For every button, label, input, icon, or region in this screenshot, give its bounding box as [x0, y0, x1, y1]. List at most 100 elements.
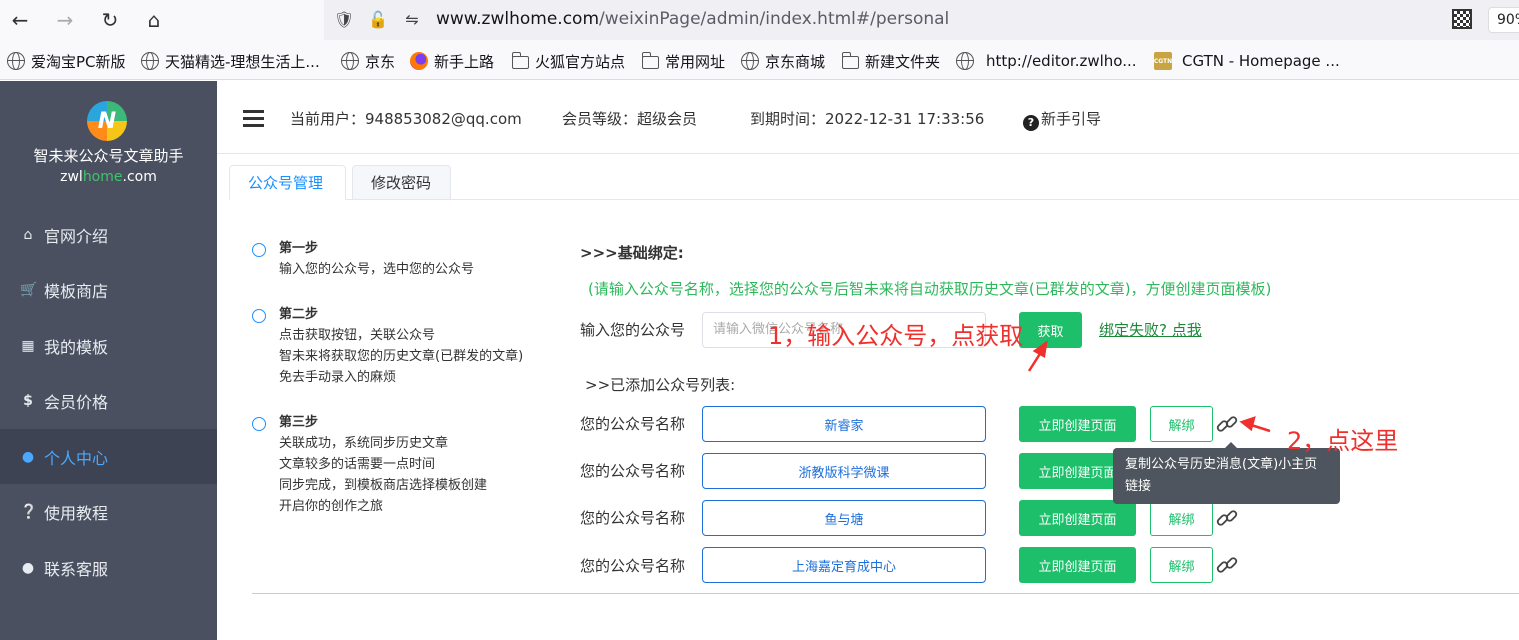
section-title: >>>基础绑定:: [580, 244, 684, 262]
sidebar-item-label: 会员价格: [44, 392, 109, 412]
sidebar-item-tutorial[interactable]: ❔ 使用教程: [0, 484, 217, 539]
unbind-button[interactable]: 解绑: [1150, 500, 1213, 536]
step-title: 第二步: [279, 307, 319, 322]
bookmark-item[interactable]: 天猫精选-理想生活上...: [141, 50, 320, 72]
step-line: 同步完成，到模板商店选择模板创建: [279, 478, 488, 493]
home-icon[interactable]: ⌂: [140, 6, 168, 34]
sidebar-item-intro[interactable]: ⌂ 官网介绍: [0, 207, 217, 262]
tab-account-manage[interactable]: 公众号管理: [229, 165, 346, 200]
create-page-button[interactable]: 立即创建页面: [1019, 547, 1136, 583]
section-note: (请输入公众号名称，选择您的公众号后智未来将自动获取历史文章(已群发的文章)，方…: [588, 280, 1272, 298]
account-name-box[interactable]: 新睿家: [702, 406, 986, 442]
brand-domain: zwlhome.com: [0, 169, 217, 185]
bookmark-label: 京东商城: [765, 52, 826, 71]
back-arrow-icon[interactable]: ←: [6, 6, 34, 34]
url-text[interactable]: www.zwlhome.com/weixinPage/admin/index.h…: [436, 9, 949, 29]
step-line: 文章较多的话需要一点时间: [279, 457, 436, 472]
bookmark-label: 新手上路: [434, 52, 495, 71]
step-line: 输入您的公众号，选中您的公众号: [279, 262, 475, 277]
bookmarks-bar: 爱淘宝PC新版 天猫精选-理想生活上... 京东 新手上路 火狐官方站点 常用网…: [0, 40, 1519, 80]
annotation-step2: 2，点这里: [1287, 427, 1399, 455]
folder-icon: [511, 52, 529, 69]
globe-icon: [141, 52, 159, 70]
bookmark-item[interactable]: 京东: [341, 50, 395, 72]
step-line: 关联成功，系统同步历史文章: [279, 436, 449, 451]
sidebar-item-my-templates[interactable]: ▦ 我的模板: [0, 318, 217, 373]
step-marker: [252, 417, 266, 431]
sidebar-item-store[interactable]: 🛒 模板商店: [0, 262, 217, 317]
guide-link[interactable]: ? 新手引导: [1023, 108, 1101, 131]
bookmark-item[interactable]: 新手上路: [410, 50, 494, 72]
bookmark-item[interactable]: 京东商城: [741, 50, 825, 72]
browser-toolbar: ← → ↻ ⌂ 🛡 🔓 ⇋ www.zwlhome.com/weixinPage…: [0, 0, 1519, 40]
copy-link-icon[interactable]: [1215, 506, 1239, 530]
annotation-arrow-2: [1247, 422, 1271, 433]
bookmark-item[interactable]: 爱淘宝PC新版: [7, 50, 126, 72]
member-level: 会员等级：超级会员: [562, 110, 698, 128]
globe-icon: [741, 52, 759, 70]
account-name-box[interactable]: 浙教版科学微课: [702, 453, 986, 489]
annotation-arrowhead-2: [1239, 416, 1256, 432]
step-line: 点击获取按钮，关联公众号: [279, 328, 436, 343]
forward-arrow-icon[interactable]: →: [51, 6, 79, 34]
permissions-icon[interactable]: ⇋: [401, 8, 423, 30]
account-name-box[interactable]: 鱼与塘: [702, 500, 986, 536]
shield-icon[interactable]: 🛡: [333, 8, 355, 30]
account-row-label: 您的公众号名称: [580, 509, 686, 527]
user-icon: ●: [21, 559, 35, 576]
unbind-button[interactable]: 解绑: [1150, 547, 1213, 583]
step-title: 第三步: [279, 415, 319, 430]
fetch-button[interactable]: 获取: [1019, 312, 1082, 348]
cart-icon: 🛒: [20, 281, 38, 298]
logo-mark-icon: N: [97, 108, 117, 134]
user-icon: ●: [21, 448, 35, 465]
insecure-lock-icon[interactable]: 🔓: [367, 8, 389, 30]
create-page-button[interactable]: 立即创建页面: [1019, 406, 1136, 442]
bookmark-item[interactable]: 常用网址: [641, 50, 725, 72]
url-host: www.zwlhome.com: [436, 9, 600, 29]
folder-icon: [841, 52, 859, 69]
sidebar-item-label: 个人中心: [44, 448, 109, 468]
brand-name: 智未来公众号文章助手: [33, 147, 184, 165]
copy-link-tooltip: 复制公众号历史消息(文章)小主页链接: [1113, 442, 1340, 504]
bind-fail-link[interactable]: 绑定失败? 点我: [1099, 319, 1202, 340]
globe-icon: [7, 52, 25, 70]
template-icon: ▦: [21, 337, 35, 354]
sidebar-item-label: 我的模板: [44, 337, 109, 357]
bookmark-item[interactable]: http://editor.zwlho...: [956, 50, 1137, 72]
sidebar-item-support[interactable]: ● 联系客服: [0, 540, 217, 595]
domain-highlight: home: [82, 169, 123, 185]
step-1: 第一步 输入您的公众号，选中您的公众号: [279, 238, 474, 280]
sidebar: N 智未来公众号文章助手 zwlhome.com ⌂ 官网介绍 🛒 模板商店 ▦ 我的…: [0, 81, 217, 640]
globe-icon: [956, 52, 974, 70]
account-name-box[interactable]: 上海嘉定育成中心: [702, 547, 986, 583]
sidebar-item-personal[interactable]: ● 个人中心: [0, 429, 217, 484]
reload-icon[interactable]: ↻: [96, 6, 124, 34]
cgtn-icon: CGTN: [1154, 52, 1172, 70]
step-marker: [252, 243, 266, 257]
create-page-button[interactable]: 立即创建页面: [1019, 500, 1136, 536]
bookmark-item[interactable]: CGTN CGTN - Homepage ...: [1154, 50, 1340, 72]
account-input-label: 输入您的公众号: [580, 321, 686, 339]
copy-link-icon[interactable]: [1215, 553, 1239, 577]
address-bar[interactable]: 🛡 🔓 ⇋ www.zwlhome.com/weixinPage/admin/i…: [324, 0, 1519, 40]
sidebar-item-pricing[interactable]: $ 会员价格: [0, 373, 217, 428]
qr-code-icon[interactable]: [1452, 9, 1472, 29]
sidebar-item-label: 使用教程: [44, 503, 109, 523]
bookmark-label: http://editor.zwlho...: [986, 52, 1137, 70]
question-icon: ?: [1023, 115, 1039, 131]
menu-toggle-icon[interactable]: [243, 110, 264, 127]
brand-logo: N: [87, 101, 127, 141]
account-row-label: 您的公众号名称: [580, 462, 686, 480]
domain-part: .com: [122, 169, 157, 185]
zoom-level[interactable]: 90%: [1488, 7, 1519, 33]
unbind-button[interactable]: 解绑: [1150, 406, 1213, 442]
annotation-step1: 1，输入公众号，点获取: [768, 322, 1024, 350]
copy-link-icon[interactable]: [1215, 412, 1239, 436]
bookmark-item[interactable]: 火狐官方站点: [511, 50, 625, 72]
guide-label: 新手引导: [1041, 110, 1102, 128]
home-icon: ⌂: [23, 226, 33, 243]
step-3: 第三步 关联成功，系统同步历史文章 文章较多的话需要一点时间 同步完成，到模板商…: [279, 412, 487, 517]
bookmark-item[interactable]: 新建文件夹: [841, 50, 940, 72]
tab-change-password[interactable]: 修改密码: [352, 165, 451, 200]
